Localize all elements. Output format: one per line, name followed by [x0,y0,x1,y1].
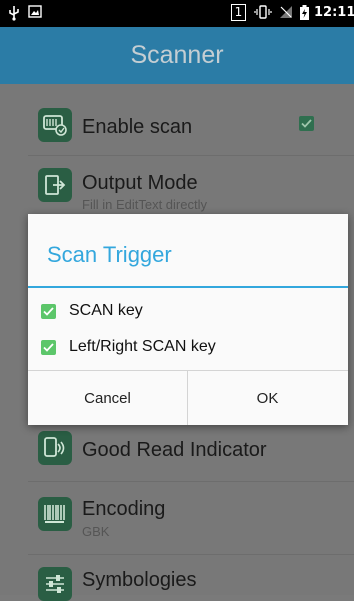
checkbox-checked-icon[interactable] [41,339,56,355]
setting-title: Output Mode [82,172,198,194]
dialog-title: Scan Trigger [47,242,172,267]
scan-trigger-dialog: Scan Trigger SCAN key Left/Right SCAN ke… [28,214,348,425]
setting-output-mode[interactable]: Output Mode Fill in EditText directly [0,156,354,216]
battery-charging-icon [300,5,309,25]
sim-slot-indicator: 1 [231,4,246,21]
scan-icon [38,108,72,142]
setting-good-read-indicator[interactable]: Good Read Indicator [0,421,354,482]
option-left-right-scan-key[interactable]: Left/Right SCAN key [41,336,216,358]
setting-enable-scan[interactable]: Enable scan [0,84,354,156]
setting-subtitle: Fill in EditText directly [82,197,207,212]
ok-button[interactable]: OK [188,371,347,425]
setting-symbologies[interactable]: Symbologies [0,555,354,601]
option-label: Left/Right SCAN key [69,338,216,355]
setting-encoding[interactable]: Encoding GBK [0,482,354,555]
indicator-icon [38,431,72,465]
setting-title: Symbologies [82,569,197,591]
no-signal-icon [279,5,293,24]
setting-title: Enable scan [82,116,193,138]
setting-title: Good Read Indicator [82,439,267,461]
option-scan-key[interactable]: SCAN key [41,300,143,322]
setting-title: Encoding [82,498,166,520]
checkbox-checked-icon[interactable] [41,303,56,319]
usb-icon [8,5,20,26]
gallery-icon [28,5,42,23]
dialog-title-divider [28,286,348,288]
setting-subtitle: GBK [82,524,110,539]
cancel-button[interactable]: Cancel [28,371,187,425]
vibrate-icon [254,5,272,24]
enable-scan-checkbox[interactable] [299,116,314,131]
status-bar: 1 12:11 [0,0,354,27]
barcode-icon [38,497,72,531]
output-icon [38,168,72,202]
status-time: 12:11 [314,5,354,20]
option-label: SCAN key [69,302,143,319]
app-bar: Scanner [0,27,354,84]
page-title: Scanner [130,41,224,69]
sliders-icon [38,567,72,601]
